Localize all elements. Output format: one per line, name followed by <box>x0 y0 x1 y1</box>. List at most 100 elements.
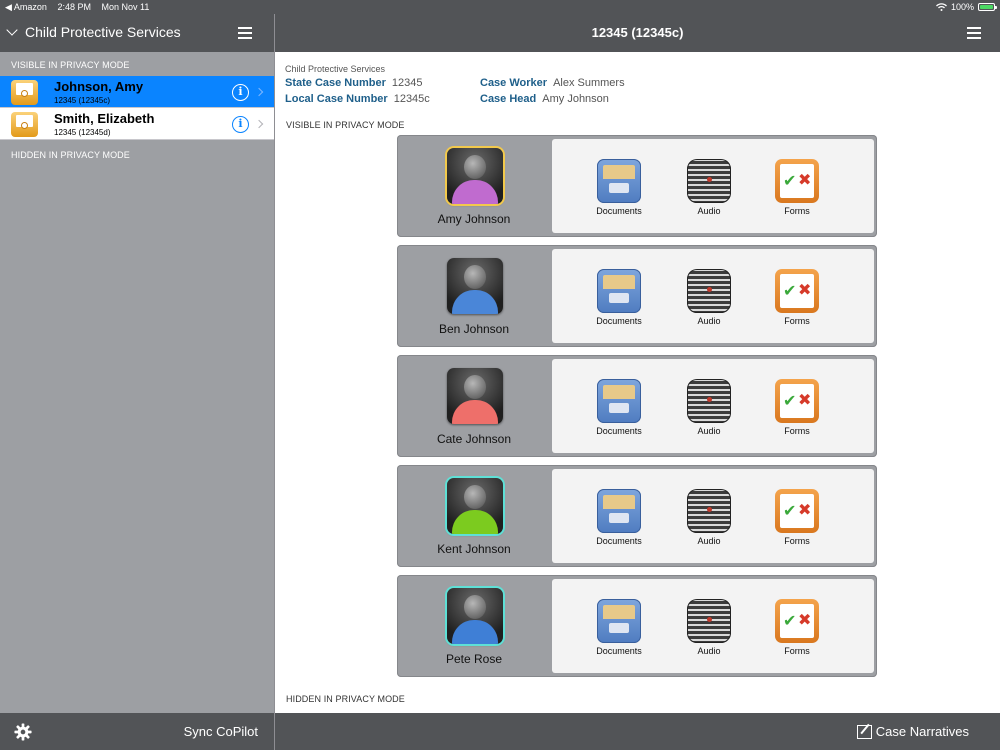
microphone-icon <box>687 599 731 643</box>
main-menu-icon[interactable] <box>967 27 981 39</box>
person-avatar-icon <box>447 478 503 534</box>
person-button[interactable]: Cate Johnson <box>397 355 551 457</box>
person-tools: Documents Audio ✔ ✖ Forms <box>552 139 874 233</box>
documents-label: Documents <box>596 536 642 546</box>
sidebar-title: Child Protective Services <box>25 24 181 40</box>
audio-label: Audio <box>697 426 721 436</box>
person-tools: Documents Audio ✔ ✖ Forms <box>552 249 874 343</box>
sidebar-menu-icon[interactable] <box>238 27 252 39</box>
sidebar-title-button[interactable]: Child Protective Services <box>6 23 181 40</box>
sync-copilot-button[interactable]: Sync CoPilot <box>184 724 258 739</box>
main-footer: Case Narratives <box>275 713 1000 750</box>
person-card: Amy Johnson Documents Audio ✔ ✖ Forms <box>397 135 877 237</box>
person-card: Pete Rose Documents Audio ✔ ✖ Forms <box>397 575 877 677</box>
wifi-icon <box>936 3 947 11</box>
back-to-app-link[interactable]: ◀ Amazon <box>5 2 47 12</box>
person-tools: Documents Audio ✔ ✖ Forms <box>552 579 874 673</box>
documents-icon <box>597 489 641 533</box>
status-time: 2:48 PM <box>57 2 91 12</box>
microphone-icon <box>687 379 731 423</box>
case-head: Case Head Amy Johnson <box>480 93 609 105</box>
person-name: Ben Johnson <box>438 322 510 336</box>
chevron-right-icon <box>254 119 264 129</box>
documents-icon <box>597 379 641 423</box>
info-icon[interactable]: i <box>232 116 249 133</box>
forms-button[interactable]: ✔ ✖ Forms <box>762 379 832 436</box>
person-name: Kent Johnson <box>437 542 511 556</box>
person-card: Cate Johnson Documents Audio ✔ ✖ Forms <box>397 355 877 457</box>
person-card: Ben Johnson Documents Audio ✔ ✖ Forms <box>397 245 877 347</box>
person-avatar-icon <box>447 588 503 644</box>
chevron-right-icon <box>254 87 264 97</box>
person-button[interactable]: Pete Rose <box>397 575 551 677</box>
audio-label: Audio <box>697 646 721 656</box>
documents-button[interactable]: Documents <box>584 599 654 656</box>
audio-button[interactable]: Audio <box>674 599 744 656</box>
sidebar-hidden-label: HIDDEN IN PRIVACY MODE <box>11 150 130 160</box>
forms-button[interactable]: ✔ ✖ Forms <box>762 159 832 216</box>
audio-label: Audio <box>697 206 721 216</box>
documents-icon <box>597 599 641 643</box>
audio-button[interactable]: Audio <box>674 489 744 546</box>
main-panel: 12345 (12345c) Child Protective Services… <box>275 0 1000 750</box>
forms-label: Forms <box>784 536 810 546</box>
battery-percent: 100% <box>950 2 974 12</box>
case-narratives-label: Case Narratives <box>875 724 969 739</box>
audio-button[interactable]: Audio <box>674 379 744 436</box>
forms-label: Forms <box>784 206 810 216</box>
chevron-down-icon <box>6 23 18 36</box>
documents-button[interactable]: Documents <box>584 489 654 546</box>
gear-icon[interactable] <box>14 723 32 741</box>
sidebar-header: Child Protective Services <box>0 14 274 52</box>
person-button[interactable]: Ben Johnson <box>397 245 551 347</box>
case-name: Johnson, Amy <box>54 79 144 94</box>
documents-label: Documents <box>596 316 642 326</box>
microphone-icon <box>687 159 731 203</box>
case-number: 12345 (12345d) <box>54 128 111 137</box>
main-visible-label: VISIBLE IN PRIVACY MODE <box>286 120 405 130</box>
info-icon[interactable]: i <box>232 84 249 101</box>
forms-button[interactable]: ✔ ✖ Forms <box>762 599 832 656</box>
battery-icon <box>978 3 997 11</box>
forms-icon: ✔ ✖ <box>775 269 819 313</box>
sidebar-footer: Sync CoPilot <box>0 713 274 750</box>
contact-card-icon <box>11 112 38 137</box>
audio-button[interactable]: Audio <box>674 159 744 216</box>
forms-label: Forms <box>784 426 810 436</box>
forms-icon: ✔ ✖ <box>775 599 819 643</box>
person-button[interactable]: Amy Johnson <box>397 135 551 237</box>
forms-button[interactable]: ✔ ✖ Forms <box>762 489 832 546</box>
case-name: Smith, Elizabeth <box>54 111 155 126</box>
case-number: 12345 (12345c) <box>54 96 111 105</box>
documents-icon <box>597 159 641 203</box>
person-card: Kent Johnson Documents Audio ✔ ✖ Forms <box>397 465 877 567</box>
microphone-icon <box>687 269 731 313</box>
case-list-item-smith[interactable]: Smith, Elizabeth 12345 (12345d) i <box>0 108 274 140</box>
local-case-number: Local Case Number 12345c <box>285 93 430 105</box>
person-button[interactable]: Kent Johnson <box>397 465 551 567</box>
sidebar: Child Protective Services VISIBLE IN PRI… <box>0 0 274 750</box>
status-bar: ◀ Amazon 2:48 PM Mon Nov 11 100% <box>0 0 1000 14</box>
person-tools: Documents Audio ✔ ✖ Forms <box>552 359 874 453</box>
forms-label: Forms <box>784 316 810 326</box>
edit-icon <box>856 724 872 739</box>
documents-button[interactable]: Documents <box>584 159 654 216</box>
documents-button[interactable]: Documents <box>584 379 654 436</box>
sidebar-visible-label: VISIBLE IN PRIVACY MODE <box>11 60 130 70</box>
person-tools: Documents Audio ✔ ✖ Forms <box>552 469 874 563</box>
documents-button[interactable]: Documents <box>584 269 654 326</box>
contact-card-icon <box>11 80 38 105</box>
case-list-item-johnson[interactable]: Johnson, Amy 12345 (12345c) i <box>0 76 274 108</box>
person-avatar-icon <box>447 258 503 314</box>
person-avatar-icon <box>447 148 503 204</box>
case-narratives-button[interactable]: Case Narratives <box>856 724 969 739</box>
agency-label: Child Protective Services <box>285 64 386 74</box>
forms-label: Forms <box>784 646 810 656</box>
forms-button[interactable]: ✔ ✖ Forms <box>762 269 832 326</box>
documents-icon <box>597 269 641 313</box>
main-header: 12345 (12345c) <box>275 14 1000 52</box>
documents-label: Documents <box>596 426 642 436</box>
audio-button[interactable]: Audio <box>674 269 744 326</box>
status-date: Mon Nov 11 <box>101 2 150 12</box>
main-hidden-label: HIDDEN IN PRIVACY MODE <box>286 694 405 704</box>
